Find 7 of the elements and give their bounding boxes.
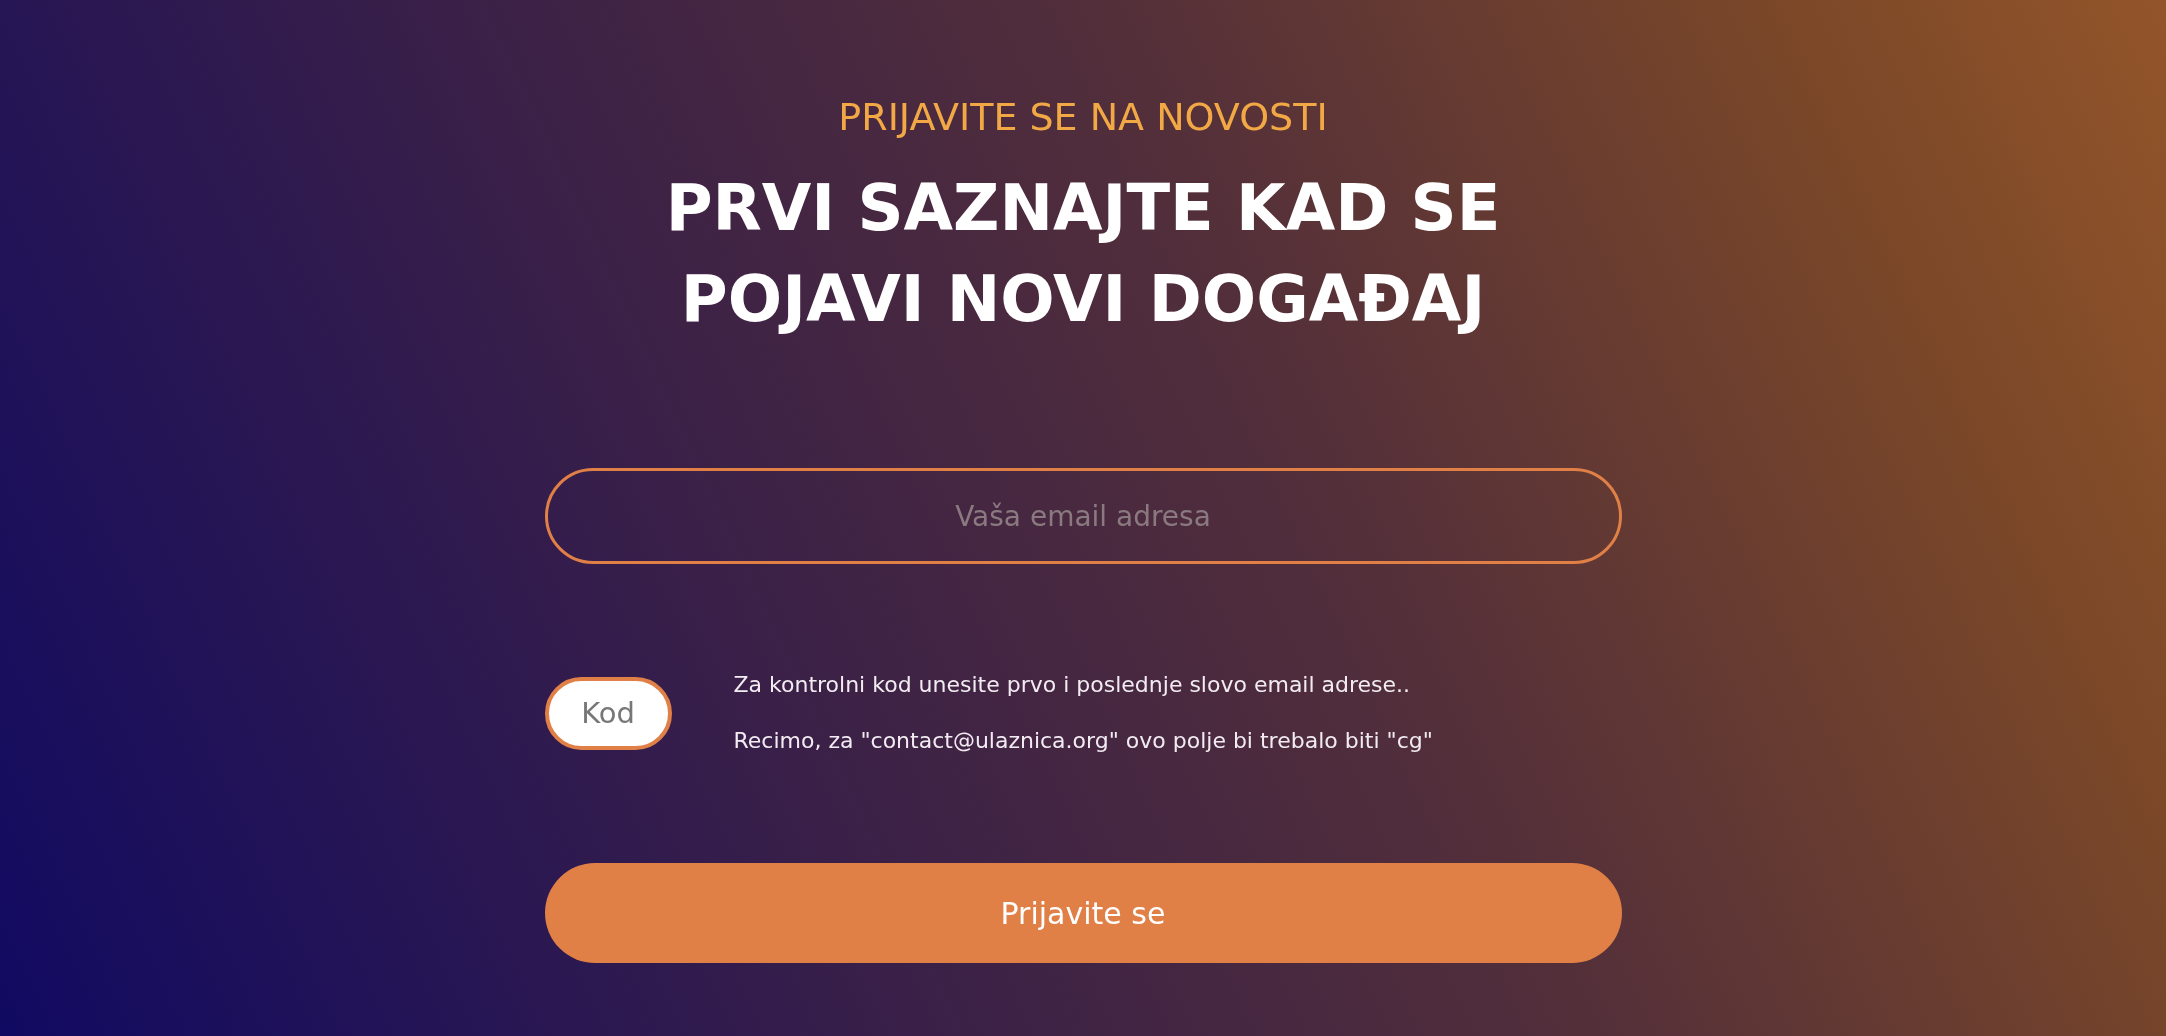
email-input-field[interactable]: Vaša email adresa [544,468,1622,564]
code-input-field[interactable]: Kod [544,676,672,750]
help-text: Za kontrolni kod unesite prvo i poslednje slovo email adrese.. [733,672,1412,698]
section-eyebrow: PRIJAVITE SE NA NOVOSTI [838,94,1328,141]
help-text: Recimo, za "contact@ulaznica.org" ovo polje bi trebalo biti "cg" [733,728,1433,754]
section-heading: PRVI SAZNAJTE KAD SE POJAVI NOVI DOGAĐAJ [664,170,1502,338]
subscribe-button[interactable]: Prijavite se [544,863,1622,963]
